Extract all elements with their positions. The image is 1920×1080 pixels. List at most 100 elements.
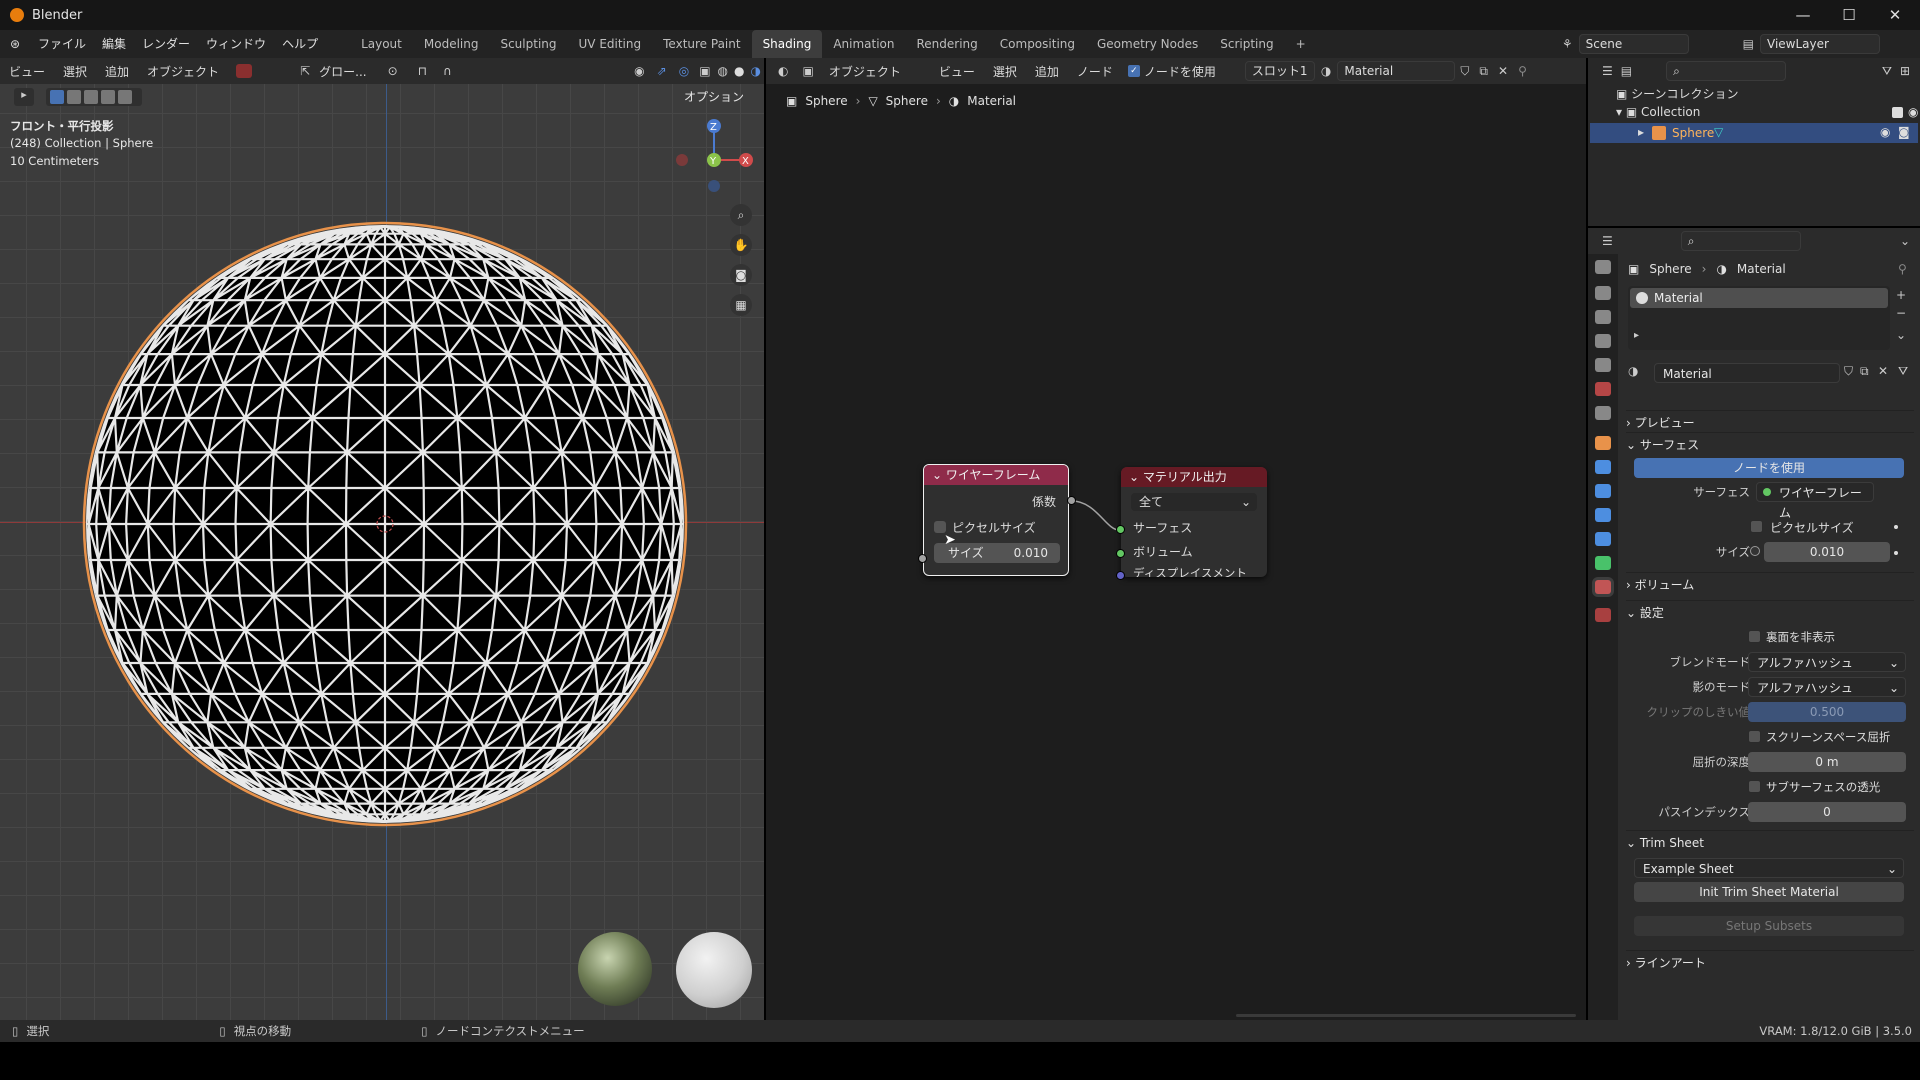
editor-type-icon[interactable]: ◐ xyxy=(766,64,796,78)
pivot-icon[interactable]: ⊙ xyxy=(376,64,410,78)
viewport-menu-object[interactable]: オブジェクト xyxy=(138,63,228,80)
pin-icon[interactable]: ⚲ xyxy=(1898,262,1907,276)
factor-output-socket[interactable] xyxy=(1067,496,1076,505)
material-tab-icon[interactable] xyxy=(1595,580,1611,594)
tab-layout[interactable]: Layout xyxy=(350,30,413,58)
scene-field[interactable]: Scene xyxy=(1578,34,1689,54)
transform-orientation-dropdown[interactable]: グロー... xyxy=(310,63,375,80)
tab-shading[interactable]: Shading xyxy=(751,30,823,58)
tab-geometry-nodes[interactable]: Geometry Nodes xyxy=(1086,30,1209,58)
trim-sheet-dropdown[interactable]: Example Sheet ⌄ xyxy=(1634,858,1904,878)
material-name-field[interactable]: Material xyxy=(1654,363,1840,383)
render-tab-icon[interactable] xyxy=(1595,286,1611,300)
section-trim-sheet[interactable]: ⌄ Trim Sheet xyxy=(1626,830,1914,854)
tab-modeling[interactable]: Modeling xyxy=(413,30,490,58)
tab-uv-editing[interactable]: UV Editing xyxy=(568,30,653,58)
mode-icon[interactable] xyxy=(236,64,253,78)
expand-arrow-icon[interactable]: ▸ xyxy=(1638,125,1644,139)
section-surface[interactable]: ⌄ サーフェス xyxy=(1626,432,1914,456)
scene-icon[interactable]: ⚘ xyxy=(1562,37,1573,51)
sss-translucency-checkbox[interactable] xyxy=(1748,780,1761,793)
pin-icon[interactable]: ⚲ xyxy=(1513,64,1532,78)
solid-shading-icon[interactable]: ● xyxy=(731,64,747,78)
node-menu-view[interactable]: ビュー xyxy=(930,63,984,80)
select-intersect-icon[interactable] xyxy=(118,90,132,104)
menu-render[interactable]: レンダー xyxy=(134,30,198,58)
editor-type-icon[interactable]: ☰ xyxy=(1602,64,1613,78)
unlink-material-icon[interactable]: ✕ xyxy=(1493,64,1513,78)
snap-icon[interactable]: ⊓ xyxy=(410,64,435,78)
setup-subsets-button[interactable]: Setup Subsets xyxy=(1634,916,1904,936)
size-input-socket[interactable] xyxy=(918,554,927,563)
tab-rendering[interactable]: Rendering xyxy=(906,30,989,58)
tab-texture-paint[interactable]: Texture Paint xyxy=(652,30,751,58)
select-tool-icon[interactable]: ▸ xyxy=(14,88,34,106)
section-line-art[interactable]: › ラインアート xyxy=(1626,950,1914,974)
target-dropdown[interactable]: 全て ⌄ xyxy=(1131,493,1257,511)
editor-type-icon[interactable]: ☰ xyxy=(1602,234,1613,248)
collection-checkbox[interactable] xyxy=(1892,107,1903,118)
menu-window[interactable]: ウィンドウ xyxy=(198,30,274,58)
grid-icon[interactable]: ▦ xyxy=(730,294,752,316)
blend-mode-dropdown[interactable]: アルファハッシュ ⌄ xyxy=(1748,652,1906,672)
select-mode-group[interactable] xyxy=(46,88,142,106)
camera-icon[interactable]: ◙ xyxy=(1898,125,1910,139)
duplicate-icon[interactable]: ⧉ xyxy=(1860,364,1869,379)
constraints-tab-icon[interactable] xyxy=(1595,532,1611,546)
outliner-search-input[interactable]: ⌕ xyxy=(1666,61,1787,81)
scene-collection-row[interactable]: ▣ シーンコレクション xyxy=(1616,85,1739,102)
section-settings[interactable]: ⌄ 設定 xyxy=(1626,600,1914,624)
data-tab-icon[interactable] xyxy=(1595,556,1611,570)
unlink-icon[interactable]: ✕ xyxy=(1878,364,1888,378)
node-editor[interactable]: ▣ Sphere › ▽ Sphere › ◑ Material ⌄ ワイヤーフ… xyxy=(766,84,1586,1020)
material-output-node[interactable]: ⌄ マテリアル出力 全て ⌄ サーフェス ボリューム ディスプレイスメント xyxy=(1121,467,1267,577)
pixel-size-checkbox[interactable] xyxy=(1750,520,1763,533)
transform-orientation-icon[interactable]: ⇱ xyxy=(300,64,310,78)
outliner[interactable]: ☰ ▤ ⌕ ⛛ ⊞ ▣ シーンコレクション ▾ ▣ Collection ◉ ◙… xyxy=(1588,58,1920,226)
object-mode-icon[interactable]: ▣ xyxy=(796,64,819,78)
tab-sculpting[interactable]: Sculpting xyxy=(489,30,567,58)
expand-arrow-icon[interactable]: ▸ xyxy=(1634,330,1639,341)
output-tab-icon[interactable] xyxy=(1595,310,1611,324)
blender-menu-icon[interactable]: ⊛ xyxy=(0,37,30,51)
tab-compositing[interactable]: Compositing xyxy=(989,30,1086,58)
keyframe-dot-icon[interactable] xyxy=(1894,551,1898,555)
tool-tab-icon[interactable] xyxy=(1595,260,1611,274)
tab-scripting[interactable]: Scripting xyxy=(1209,30,1284,58)
view-layer-tab-icon[interactable] xyxy=(1595,334,1611,348)
section-preview[interactable]: › プレビュー xyxy=(1626,410,1914,434)
remove-slot-icon[interactable]: − xyxy=(1896,306,1906,320)
volume-input-socket[interactable] xyxy=(1116,549,1125,558)
init-trim-sheet-button[interactable]: Init Trim Sheet Material xyxy=(1634,882,1904,902)
close-button[interactable]: ✕ xyxy=(1872,0,1918,30)
visibility-icon[interactable]: ◉ xyxy=(628,64,650,78)
menu-edit[interactable]: 編集 xyxy=(94,30,134,58)
display-mode-icon[interactable]: ▤ xyxy=(1621,64,1632,78)
sphere-row[interactable]: ▸ Sphere ▽ ◉ ◙ xyxy=(1590,123,1918,143)
properties-editor[interactable]: ☰ ⌕ ⌄ ▣ Sphere › ◑ Material ⚲ Material ▸ xyxy=(1588,228,1920,1020)
navigation-gizmo[interactable]: Z X Y xyxy=(664,114,756,194)
zoom-icon[interactable]: ⌕ xyxy=(730,204,752,226)
object-tab-icon[interactable] xyxy=(1595,436,1611,450)
eye-icon[interactable]: ◉ xyxy=(1908,105,1918,119)
material-name-field[interactable]: Material xyxy=(1337,61,1456,81)
viewport-menu-select[interactable]: 選択 xyxy=(54,63,96,80)
properties-search-input[interactable]: ⌕ xyxy=(1680,231,1801,251)
horizontal-scrollbar[interactable] xyxy=(1236,1014,1576,1017)
link-type-icon[interactable]: ⛛ xyxy=(1898,364,1908,379)
hand-pan-icon[interactable]: ✋ xyxy=(730,234,752,256)
chevron-down-icon[interactable]: ⌄ xyxy=(1900,234,1910,248)
view-layer-field[interactable]: ViewLayer xyxy=(1760,34,1880,54)
proportional-edit-icon[interactable]: ∩ xyxy=(435,64,460,78)
mesh-data-icon[interactable]: ▽ xyxy=(1714,125,1723,139)
modifier-tab-icon[interactable] xyxy=(1595,460,1611,474)
node-menu-add[interactable]: 追加 xyxy=(1026,63,1068,80)
section-volume[interactable]: › ボリューム xyxy=(1626,572,1914,596)
3d-viewport[interactable]: ▸ オプション フロント・平行投影 (248) Collection | Sph… xyxy=(0,84,764,1020)
node-menu-node[interactable]: ノード xyxy=(1068,63,1122,80)
surface-shader-dropdown[interactable]: ワイヤーフレーム xyxy=(1756,482,1874,520)
duplicate-material-icon[interactable]: ⧉ xyxy=(1474,64,1493,79)
view-layer-icon[interactable]: ▤ xyxy=(1743,37,1754,51)
scene-tab-icon[interactable] xyxy=(1595,358,1611,372)
wireframe-shading-icon[interactable]: ◍ xyxy=(715,64,731,78)
